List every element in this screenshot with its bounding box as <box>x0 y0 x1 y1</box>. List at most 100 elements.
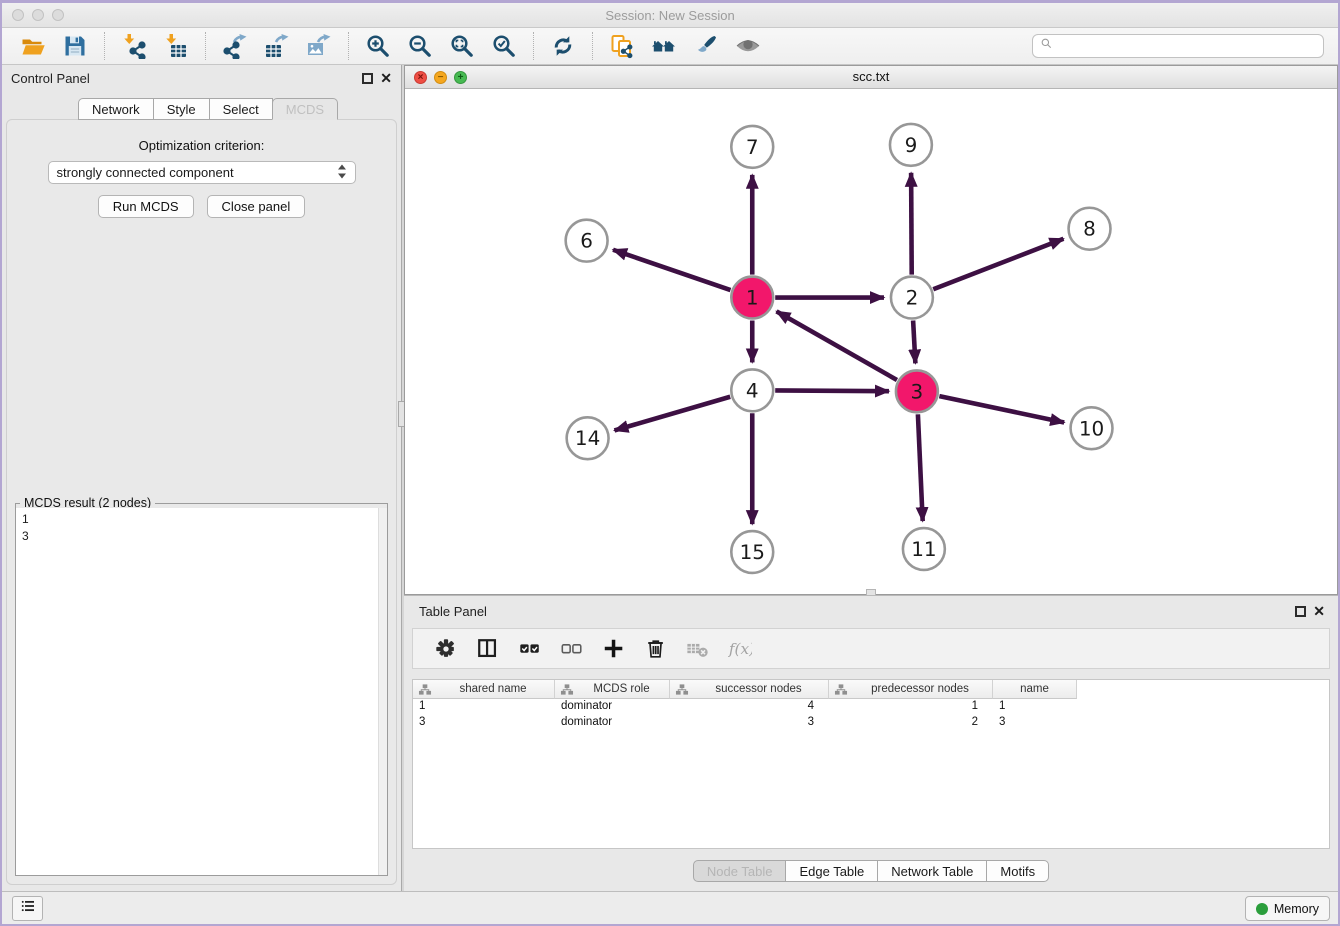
run-mcds-button[interactable]: Run MCDS <box>98 195 194 218</box>
export-image-icon[interactable] <box>305 32 333 60</box>
zoom-window-button[interactable] <box>52 9 64 21</box>
zoom-fit-icon[interactable] <box>448 32 476 60</box>
select-all-rows-icon[interactable] <box>515 634 545 664</box>
node-1[interactable]: 1 <box>731 277 773 319</box>
mcds-result-area[interactable]: 1 3 <box>16 508 387 875</box>
task-history-button[interactable] <box>12 896 43 921</box>
node-4[interactable]: 4 <box>731 369 773 411</box>
table-row-1[interactable]: 1dominator411 <box>413 699 1329 715</box>
node-7[interactable]: 7 <box>731 126 773 168</box>
edge-3-to-11[interactable] <box>918 414 923 521</box>
add-column-icon[interactable] <box>599 634 629 664</box>
cell: 3 <box>993 715 1077 731</box>
table-options-icon[interactable] <box>431 634 461 664</box>
tab-edge-table[interactable]: Edge Table <box>785 860 878 882</box>
tab-network[interactable]: Network <box>78 98 154 120</box>
node-15[interactable]: 15 <box>731 531 773 573</box>
table-row-2[interactable]: 3dominator323 <box>413 715 1329 731</box>
column-grip-icon <box>560 683 574 696</box>
control-panel-title: Control Panel <box>11 71 90 86</box>
show-hide-graphics-icon[interactable] <box>734 32 762 60</box>
table-close-icon[interactable]: ✕ <box>1313 602 1325 620</box>
node-10[interactable]: 10 <box>1071 407 1113 449</box>
status-bar: Memory <box>2 891 1338 924</box>
import-table-icon[interactable] <box>162 32 190 60</box>
search-input[interactable] <box>1058 39 1317 53</box>
cell: 3 <box>413 715 555 731</box>
export-network-icon[interactable] <box>221 32 249 60</box>
result-scrollbar[interactable] <box>378 508 387 875</box>
memory-status-icon <box>1256 903 1268 915</box>
app-window: { "window": { "title": "Session: New Ses… <box>0 0 1340 926</box>
apply-style-icon[interactable] <box>692 32 720 60</box>
column-header-name[interactable]: name <box>993 680 1077 699</box>
node-8[interactable]: 8 <box>1069 208 1111 250</box>
close-panel-button[interactable]: Close panel <box>207 195 306 218</box>
minimize-window-button[interactable] <box>32 9 44 21</box>
column-label: successor nodes <box>689 683 828 695</box>
close-panel-icon[interactable]: ✕ <box>380 69 392 87</box>
open-session-icon[interactable] <box>19 32 47 60</box>
edge-4-to-14[interactable] <box>614 397 730 431</box>
edge-3-to-1[interactable] <box>777 311 897 380</box>
table-float-icon[interactable] <box>1295 606 1306 617</box>
zoom-selected-icon[interactable] <box>490 32 518 60</box>
edge-2-to-3[interactable] <box>913 321 915 364</box>
zoom-out-icon[interactable] <box>406 32 434 60</box>
node-label-14: 14 <box>575 426 600 450</box>
tab-style[interactable]: Style <box>153 98 210 120</box>
network-frame-title: scc.txt <box>405 66 1337 88</box>
column-header-predecessor-nodes[interactable]: predecessor nodes <box>829 680 993 699</box>
tab-mcds[interactable]: MCDS <box>272 98 338 120</box>
node-9[interactable]: 9 <box>890 124 932 166</box>
network-graph[interactable]: 7 9 6 8 1 2 4 3 14 10 15 11 <box>405 89 1337 594</box>
node-label-10: 10 <box>1079 416 1104 440</box>
list-icon <box>19 897 37 920</box>
node-label-3: 3 <box>911 379 924 403</box>
column-label: name <box>993 683 1076 695</box>
show-columns-icon[interactable] <box>473 634 503 664</box>
tab-network-table[interactable]: Network Table <box>877 860 987 882</box>
column-header-MCDS-role[interactable]: MCDS role <box>555 680 670 699</box>
main-toolbar <box>2 28 1338 65</box>
tab-node-table[interactable]: Node Table <box>693 860 787 882</box>
node-6[interactable]: 6 <box>566 220 608 262</box>
zoom-frame-button[interactable]: + <box>454 71 467 84</box>
edge-4-to-3[interactable] <box>775 390 889 391</box>
close-frame-button[interactable]: × <box>414 71 427 84</box>
node-3[interactable]: 3 <box>896 370 938 412</box>
column-header-successor-nodes[interactable]: successor nodes <box>670 680 829 699</box>
toolbar-separator <box>592 32 593 60</box>
criterion-dropdown[interactable]: strongly connected component <box>48 161 356 184</box>
node-14[interactable]: 14 <box>567 417 609 459</box>
table-toolbar: f(x) <box>412 628 1330 669</box>
edge-3-to-10[interactable] <box>939 396 1064 422</box>
network-canvas[interactable]: 7 9 6 8 1 2 4 3 14 10 15 11 <box>405 89 1337 594</box>
node-11[interactable]: 11 <box>903 528 945 570</box>
zoom-in-icon[interactable] <box>364 32 392 60</box>
close-window-button[interactable] <box>12 9 24 21</box>
node-2[interactable]: 2 <box>891 277 933 319</box>
export-table-icon[interactable] <box>263 32 291 60</box>
delete-columns-icon[interactable] <box>641 634 671 664</box>
memory-button[interactable]: Memory <box>1245 896 1330 921</box>
import-network-icon[interactable] <box>120 32 148 60</box>
edge-2-to-8[interactable] <box>933 239 1063 289</box>
minimize-frame-button[interactable]: − <box>434 71 447 84</box>
search-box[interactable] <box>1032 34 1324 58</box>
first-neighbors-icon[interactable] <box>650 32 678 60</box>
column-header-shared-name[interactable]: shared name <box>413 680 555 699</box>
titlebar: Session: New Session <box>2 3 1338 28</box>
edge-2-to-9[interactable] <box>911 173 912 275</box>
deselect-all-rows-icon[interactable] <box>557 634 587 664</box>
cell: 1 <box>993 699 1077 715</box>
clone-network-icon[interactable] <box>608 32 636 60</box>
column-label: shared name <box>432 683 554 695</box>
network-frame-titlebar[interactable]: ×−+ scc.txt <box>405 66 1337 89</box>
edge-1-to-6[interactable] <box>613 250 730 290</box>
save-session-icon[interactable] <box>61 32 89 60</box>
tab-select[interactable]: Select <box>209 98 273 120</box>
float-panel-icon[interactable] <box>362 73 373 84</box>
tab-motifs[interactable]: Motifs <box>986 860 1049 882</box>
refresh-network-icon[interactable] <box>549 32 577 60</box>
